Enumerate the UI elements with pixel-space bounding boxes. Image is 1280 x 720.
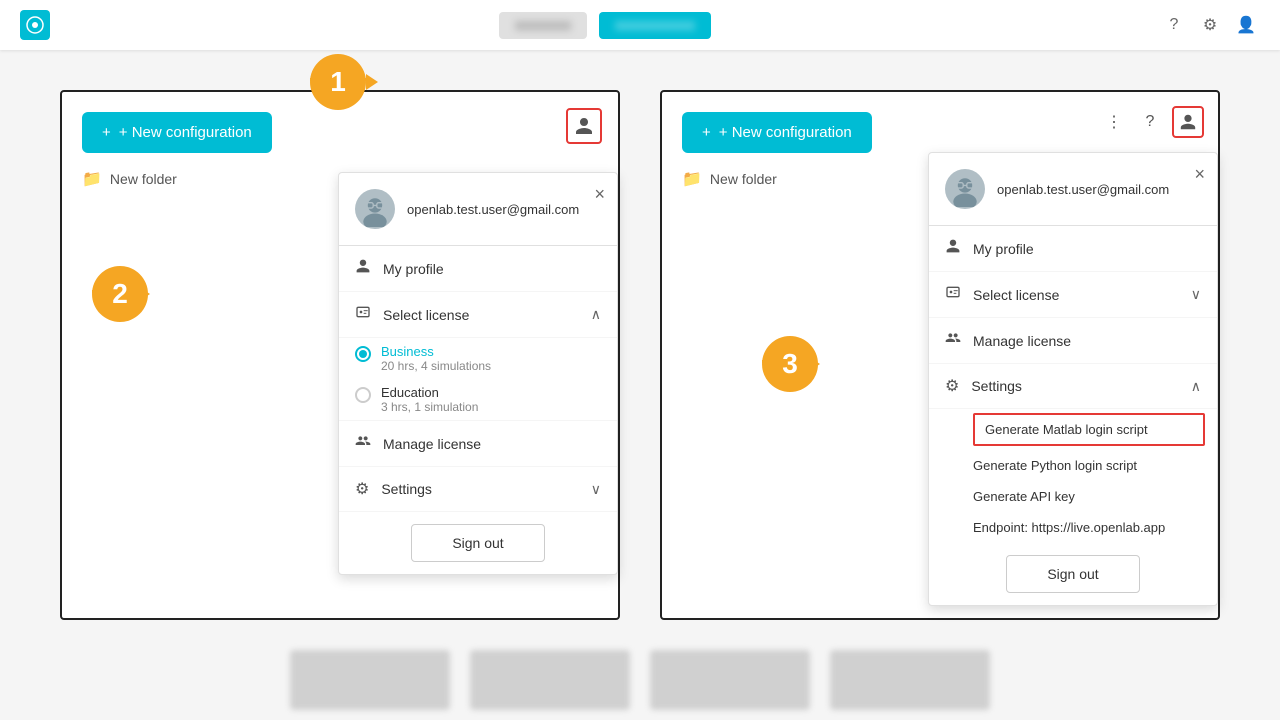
topbar-user-icon[interactable]: 👤 — [1232, 11, 1260, 39]
education-radio[interactable] — [355, 387, 371, 403]
plus-icon: + — [102, 124, 111, 141]
left-manage-license-item[interactable]: Manage license — [339, 421, 617, 467]
right-icons-row: ⋮ ? — [1100, 106, 1204, 138]
top-bar-right-icons: ? ⚙ 👤 — [1160, 11, 1260, 39]
main-area: 1 + + New configuration 📁 New folder — [0, 50, 1280, 720]
right-dropdown-menu: openlab.test.user@gmail.com × My profile… — [928, 152, 1218, 606]
right-license-expand-icon: ∨ — [1191, 286, 1201, 303]
right-settings-section: ⚙ Settings ∧ Generate Matlab login scrip… — [929, 364, 1217, 543]
right-user-avatar — [945, 169, 985, 209]
left-dropdown-header: openlab.test.user@gmail.com × — [339, 173, 617, 246]
right-app-panel: ⋮ ? + + New configuration 📁 New folder ☰ — [660, 90, 1220, 620]
left-business-license-row[interactable]: Business 20 hrs, 4 simulations — [339, 338, 617, 379]
right-settings-label: Settings — [971, 378, 1022, 394]
profile-menu-icon — [355, 258, 371, 279]
right-my-profile-item[interactable]: My profile — [929, 226, 1217, 272]
step-2-badge: 2 — [92, 266, 148, 322]
right-profile-button[interactable] — [1172, 106, 1204, 138]
left-dropdown-close[interactable]: × — [594, 185, 605, 203]
left-profile-button[interactable] — [566, 108, 602, 144]
right-license-icon — [945, 284, 961, 305]
topbar-settings-icon[interactable]: ⚙ — [1196, 11, 1224, 39]
right-profile-menu-icon — [945, 238, 961, 259]
manage-license-icon — [355, 433, 371, 454]
license-collapse-icon: ∧ — [591, 306, 601, 323]
right-manage-license-label: Manage license — [973, 333, 1071, 349]
left-education-license-row[interactable]: Education 3 hrs, 1 simulation — [339, 379, 617, 420]
topbar-help-icon[interactable]: ? — [1160, 11, 1188, 39]
bottom-card-2 — [470, 650, 630, 710]
left-user-avatar — [355, 189, 395, 229]
right-select-license-item[interactable]: Select license ∨ — [929, 272, 1217, 318]
step-1-badge: 1 — [310, 54, 366, 110]
business-license-detail: 20 hrs, 4 simulations — [381, 359, 491, 373]
business-license-name: Business — [381, 344, 491, 359]
logo — [20, 10, 50, 40]
business-radio[interactable] — [355, 346, 371, 362]
right-plus-icon: + — [702, 124, 711, 141]
left-app-panel: + + New configuration 📁 New folder ☰ 2 — [60, 90, 620, 620]
my-profile-label: My profile — [383, 261, 444, 277]
right-manage-license-item[interactable]: Manage license — [929, 318, 1217, 364]
left-select-license-item[interactable]: Select license ∧ — [339, 292, 617, 338]
generate-python-item[interactable]: Generate Python login script — [973, 450, 1217, 481]
left-dropdown-menu: openlab.test.user@gmail.com × My profile — [338, 172, 618, 575]
left-select-license-section: Select license ∧ Business 20 hrs, 4 simu… — [339, 292, 617, 421]
settings-expand-icon: ∨ — [591, 481, 601, 498]
left-my-profile-item[interactable]: My profile — [339, 246, 617, 292]
settings-icon: ⚙ — [355, 479, 369, 499]
education-license-name: Education — [381, 385, 478, 400]
right-select-license-label: Select license — [973, 287, 1059, 303]
right-settings-icon: ⚙ — [945, 376, 959, 396]
generate-api-item[interactable]: Generate API key — [973, 481, 1217, 512]
left-panel-wrapper: 1 + + New configuration 📁 New folder — [60, 90, 620, 620]
right-sign-out-button[interactable]: Sign out — [1006, 555, 1139, 593]
right-help-icon[interactable]: ? — [1136, 108, 1164, 136]
right-my-profile-label: My profile — [973, 241, 1034, 257]
right-manage-license-icon — [945, 330, 961, 351]
right-panel-wrapper: ⋮ ? + + New configuration 📁 New folder ☰ — [660, 90, 1220, 620]
right-settings-submenu: Generate Matlab login script Generate Py… — [929, 413, 1217, 543]
top-bar: XXXXXXX XXXXXXXXXX ? ⚙ 👤 — [0, 0, 1280, 50]
license-icon — [355, 304, 371, 325]
right-settings-collapse-icon: ∧ — [1191, 378, 1201, 395]
bottom-card-1 — [290, 650, 450, 710]
right-folder-icon: 📁 — [682, 169, 702, 189]
nav-btn-1[interactable]: XXXXXXX — [499, 12, 587, 39]
right-user-email: openlab.test.user@gmail.com — [997, 182, 1169, 197]
education-license-detail: 3 hrs, 1 simulation — [381, 400, 478, 414]
endpoint-item[interactable]: Endpoint: https://live.openlab.app — [973, 512, 1217, 543]
generate-matlab-item[interactable]: Generate Matlab login script — [973, 413, 1205, 446]
manage-license-label: Manage license — [383, 436, 481, 452]
bottom-cards-row — [0, 650, 1280, 710]
bottom-card-3 — [650, 650, 810, 710]
right-new-config-button[interactable]: + + New configuration — [682, 112, 872, 153]
left-sign-out-button[interactable]: Sign out — [411, 524, 544, 562]
top-nav: XXXXXXX XXXXXXXXXX — [499, 12, 711, 39]
left-new-config-button[interactable]: + + New configuration — [82, 112, 272, 153]
bottom-card-4 — [830, 650, 990, 710]
right-settings-item[interactable]: ⚙ Settings ∧ — [929, 364, 1217, 409]
select-license-label: Select license — [383, 307, 469, 323]
step-3-badge: 3 — [762, 336, 818, 392]
nav-btn-2[interactable]: XXXXXXXXXX — [599, 12, 711, 39]
folder-icon: 📁 — [82, 169, 102, 189]
left-settings-item[interactable]: ⚙ Settings ∨ — [339, 467, 617, 512]
left-user-email: openlab.test.user@gmail.com — [407, 202, 579, 217]
right-dropdown-close[interactable]: × — [1194, 165, 1205, 183]
right-more-icon[interactable]: ⋮ — [1100, 108, 1128, 136]
right-dropdown-header: openlab.test.user@gmail.com × — [929, 153, 1217, 226]
settings-label: Settings — [381, 481, 432, 497]
